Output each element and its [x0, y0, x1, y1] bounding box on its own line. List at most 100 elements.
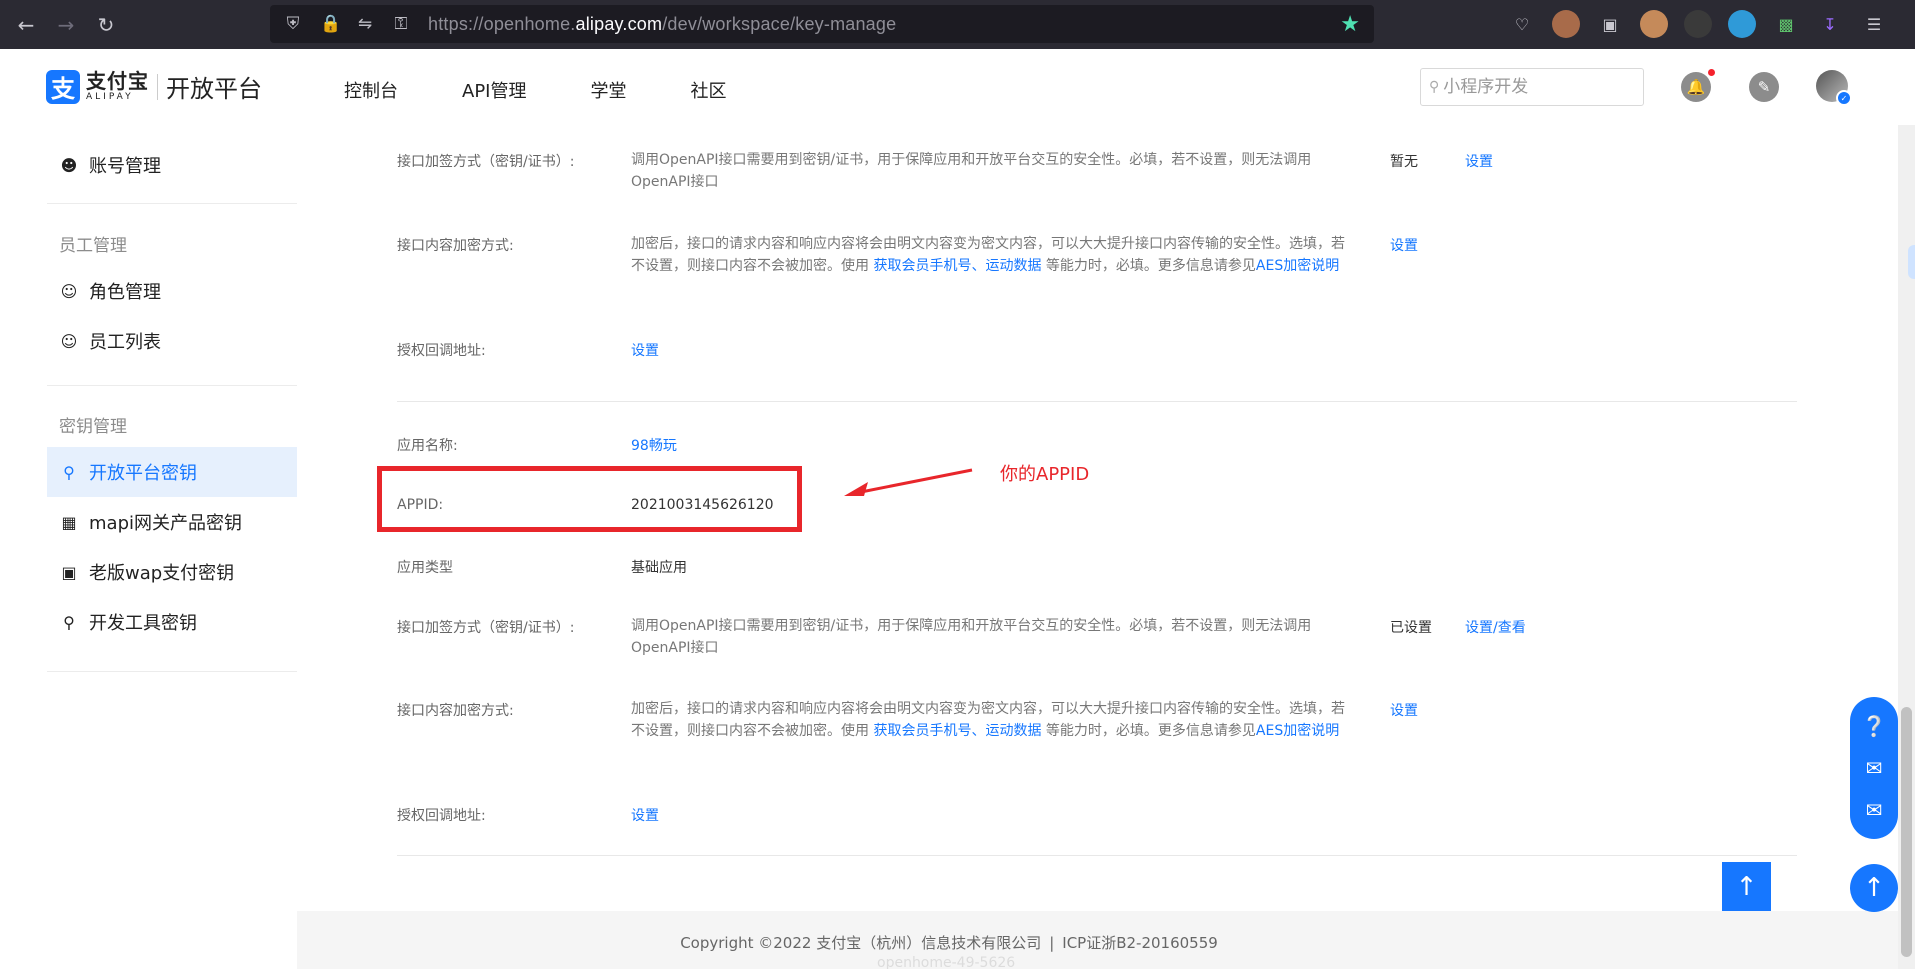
bookmark-star-icon[interactable]: ★	[1340, 12, 1360, 37]
verified-badge-icon: ✓	[1836, 90, 1852, 106]
footer: Copyright ©2022 支付宝（杭州）信息技术有限公司 | ICP证浙B2-…	[680, 934, 1218, 952]
sign-method-status-2: 已设置	[1390, 620, 1432, 636]
roles-icon: ☺	[60, 281, 78, 301]
site-header: 支 支付宝 ALIPAY 开放平台 控制台 API管理 学堂 社区 ⚲ 🔔 ✎ …	[0, 49, 1915, 125]
edge-tab[interactable]	[1908, 245, 1915, 279]
nav-console[interactable]: 控制台	[344, 77, 398, 103]
sport-data-link[interactable]: 运动数据	[985, 258, 1041, 274]
app-name-link[interactable]: 98畅玩	[631, 435, 677, 455]
sidebar-item-mapi-keys[interactable]: ▦ mapi网关产品密钥	[47, 497, 297, 547]
edge-icon[interactable]	[1728, 10, 1756, 38]
callback-label-2: 授权回调地址:	[397, 808, 486, 824]
sign-method-desc-2: 调用OpenAPI接口需要用到密钥/证书，用于保障应用和开放平台交互的安全性。必…	[631, 618, 1312, 656]
menu-icon[interactable]: ☰	[1860, 10, 1888, 38]
sport-data-link-2[interactable]: 运动数据	[985, 723, 1041, 739]
callback-set-link[interactable]: 设置	[631, 340, 659, 360]
extension-avatar-icon[interactable]	[1552, 10, 1580, 38]
aes-doc-link[interactable]: AES加密说明	[1256, 258, 1339, 274]
sign-method-set-link[interactable]: 设置	[1465, 151, 1493, 171]
permissions-icon[interactable]: ⇋	[356, 14, 374, 34]
sidebar-item-devtool-keys[interactable]: ⚲ 开发工具密钥	[47, 597, 297, 647]
lock-icon[interactable]: 🔒	[320, 14, 341, 34]
icp-text[interactable]: ICP证浙B2-20160559	[1062, 934, 1218, 952]
sign-method-status: 暂无	[1390, 154, 1418, 170]
sidebar-item-wap-keys[interactable]: ▣ 老版wap支付密钥	[47, 547, 297, 597]
sidebar-divider	[47, 671, 297, 672]
search-box[interactable]: ⚲	[1420, 68, 1644, 106]
shield-icon[interactable]: ⛨	[284, 14, 302, 34]
logo-cn: 支付宝	[86, 69, 149, 93]
logo-divider	[157, 73, 158, 100]
sidebar-group-staff: 员工管理	[59, 236, 127, 256]
mask-icon[interactable]	[1640, 10, 1668, 38]
main-nav: 控制台 API管理 学堂 社区	[344, 77, 790, 103]
encrypt-method-label-2: 接口内容加密方式:	[397, 703, 514, 719]
phone-number-link[interactable]: 获取会员手机号	[873, 258, 971, 274]
sidebar-item-roles[interactable]: ☺ 角色管理	[47, 266, 297, 316]
wallet-icon: ▣	[61, 562, 77, 582]
staff-icon: ☺	[60, 331, 78, 351]
app-name-label: 应用名称:	[397, 438, 458, 454]
key-circle-icon: ⚲	[63, 462, 75, 482]
help-question-icon[interactable]: ❔	[1862, 714, 1887, 738]
browser-toolbar: ← → ↻ ⛨ 🔒 ⇋ ⚿ https://openhome.alipay.co…	[0, 0, 1915, 49]
feedback-mail-icon[interactable]: ✉	[1866, 798, 1883, 822]
sidebar-item-open-platform-keys[interactable]: ⚲ 开放平台密钥	[47, 447, 297, 497]
annotation-arrow-icon	[844, 468, 973, 496]
search-icon: ⚲	[1429, 79, 1440, 95]
extension-icons: ♡ ▣ ▩ ↧ ☰	[1508, 10, 1888, 38]
alipay-logo[interactable]: 支 支付宝 ALIPAY 开放平台	[46, 69, 262, 104]
copyright-text: Copyright ©2022 支付宝（杭州）信息技术有限公司	[680, 934, 1042, 952]
logo-en: ALIPAY	[86, 92, 134, 102]
sidebar-divider	[47, 203, 297, 204]
app-type-label: 应用类型	[397, 560, 453, 576]
gateway-icon: ▦	[61, 512, 77, 532]
user-icon: ☻	[60, 155, 78, 175]
aes-doc-link-2[interactable]: AES加密说明	[1256, 723, 1339, 739]
back-icon[interactable]: ←	[6, 5, 46, 45]
encrypt-method-set-link-2[interactable]: 设置	[1390, 700, 1418, 720]
nav-api[interactable]: API管理	[462, 77, 526, 103]
appid-annotation-text: 你的APPID	[1000, 464, 1090, 485]
url-text[interactable]: https://openhome.alipay.com/dev/workspac…	[428, 14, 896, 35]
encrypt-method-set-link[interactable]: 设置	[1390, 235, 1418, 255]
chat-icon[interactable]: ✉	[1866, 756, 1883, 780]
address-bar[interactable]: ⛨ 🔒 ⇋ ⚿ https://openhome.alipay.com/dev/…	[270, 5, 1374, 43]
pocket-icon[interactable]: ♡	[1508, 10, 1536, 38]
bulb-icon: ⚲	[63, 612, 75, 632]
encrypt-method-desc-2: 加密后，接口的请求内容和响应内容将会由明文内容变为密文内容，可以大大提升接口内容…	[631, 701, 1345, 739]
sidebar-item-account[interactable]: ☻ 账号管理	[47, 140, 297, 190]
watermark: openhome-49-5626	[877, 955, 1016, 969]
nav-school[interactable]: 学堂	[590, 77, 626, 103]
dark-icon[interactable]	[1684, 10, 1712, 38]
forward-icon[interactable]: →	[46, 5, 86, 45]
reader-icon[interactable]: ▣	[1596, 10, 1624, 38]
appid-highlight-box	[377, 466, 802, 532]
help-float-panel: ❔ ✉ ✉	[1850, 697, 1898, 839]
sidebar-item-staff-list[interactable]: ☺ 员工列表	[47, 316, 297, 366]
key-icon[interactable]: ⚿	[392, 14, 410, 34]
scroll-thumb[interactable]	[1901, 707, 1912, 957]
bell-icon[interactable]: 🔔	[1681, 69, 1715, 102]
encrypt-method-label: 接口内容加密方式:	[397, 238, 514, 254]
search-input[interactable]	[1443, 77, 1624, 97]
reload-icon[interactable]: ↻	[86, 5, 126, 45]
sidebar: ☻ 账号管理 员工管理 ☺ 角色管理 ☺ 员工列表 密钥管理 ⚲ 开放平台密钥 ▦ map…	[0, 125, 297, 969]
avatar[interactable]: ✓	[1816, 70, 1852, 106]
nav-community[interactable]: 社区	[690, 77, 726, 103]
callback-set-link-2[interactable]: 设置	[631, 805, 659, 825]
phone-number-link-2[interactable]: 获取会员手机号	[873, 723, 971, 739]
ticket-icon[interactable]: ✎	[1749, 72, 1779, 102]
sign-method-view-link[interactable]: 设置/查看	[1465, 617, 1526, 637]
encrypt-method-desc: 加密后，接口的请求内容和响应内容将会由明文内容变为密文内容，可以大大提升接口内容…	[631, 236, 1345, 274]
clipboard-icon[interactable]: ▩	[1772, 10, 1800, 38]
sign-method-label-2: 接口加签方式（密钥/证书）:	[397, 620, 575, 636]
notification-dot	[1708, 69, 1715, 76]
sign-method-label: 接口加签方式（密钥/证书）:	[397, 154, 575, 170]
sign-method-desc: 调用OpenAPI接口需要用到密钥/证书，用于保障应用和开放平台交互的安全性。必…	[631, 152, 1312, 190]
download-icon[interactable]: ↧	[1816, 10, 1844, 38]
scroll-up-button[interactable]: ↑	[1850, 864, 1898, 912]
platform-title: 开放平台	[166, 75, 262, 103]
back-to-top-button[interactable]: ↑	[1722, 862, 1771, 911]
section-divider	[397, 855, 1797, 856]
